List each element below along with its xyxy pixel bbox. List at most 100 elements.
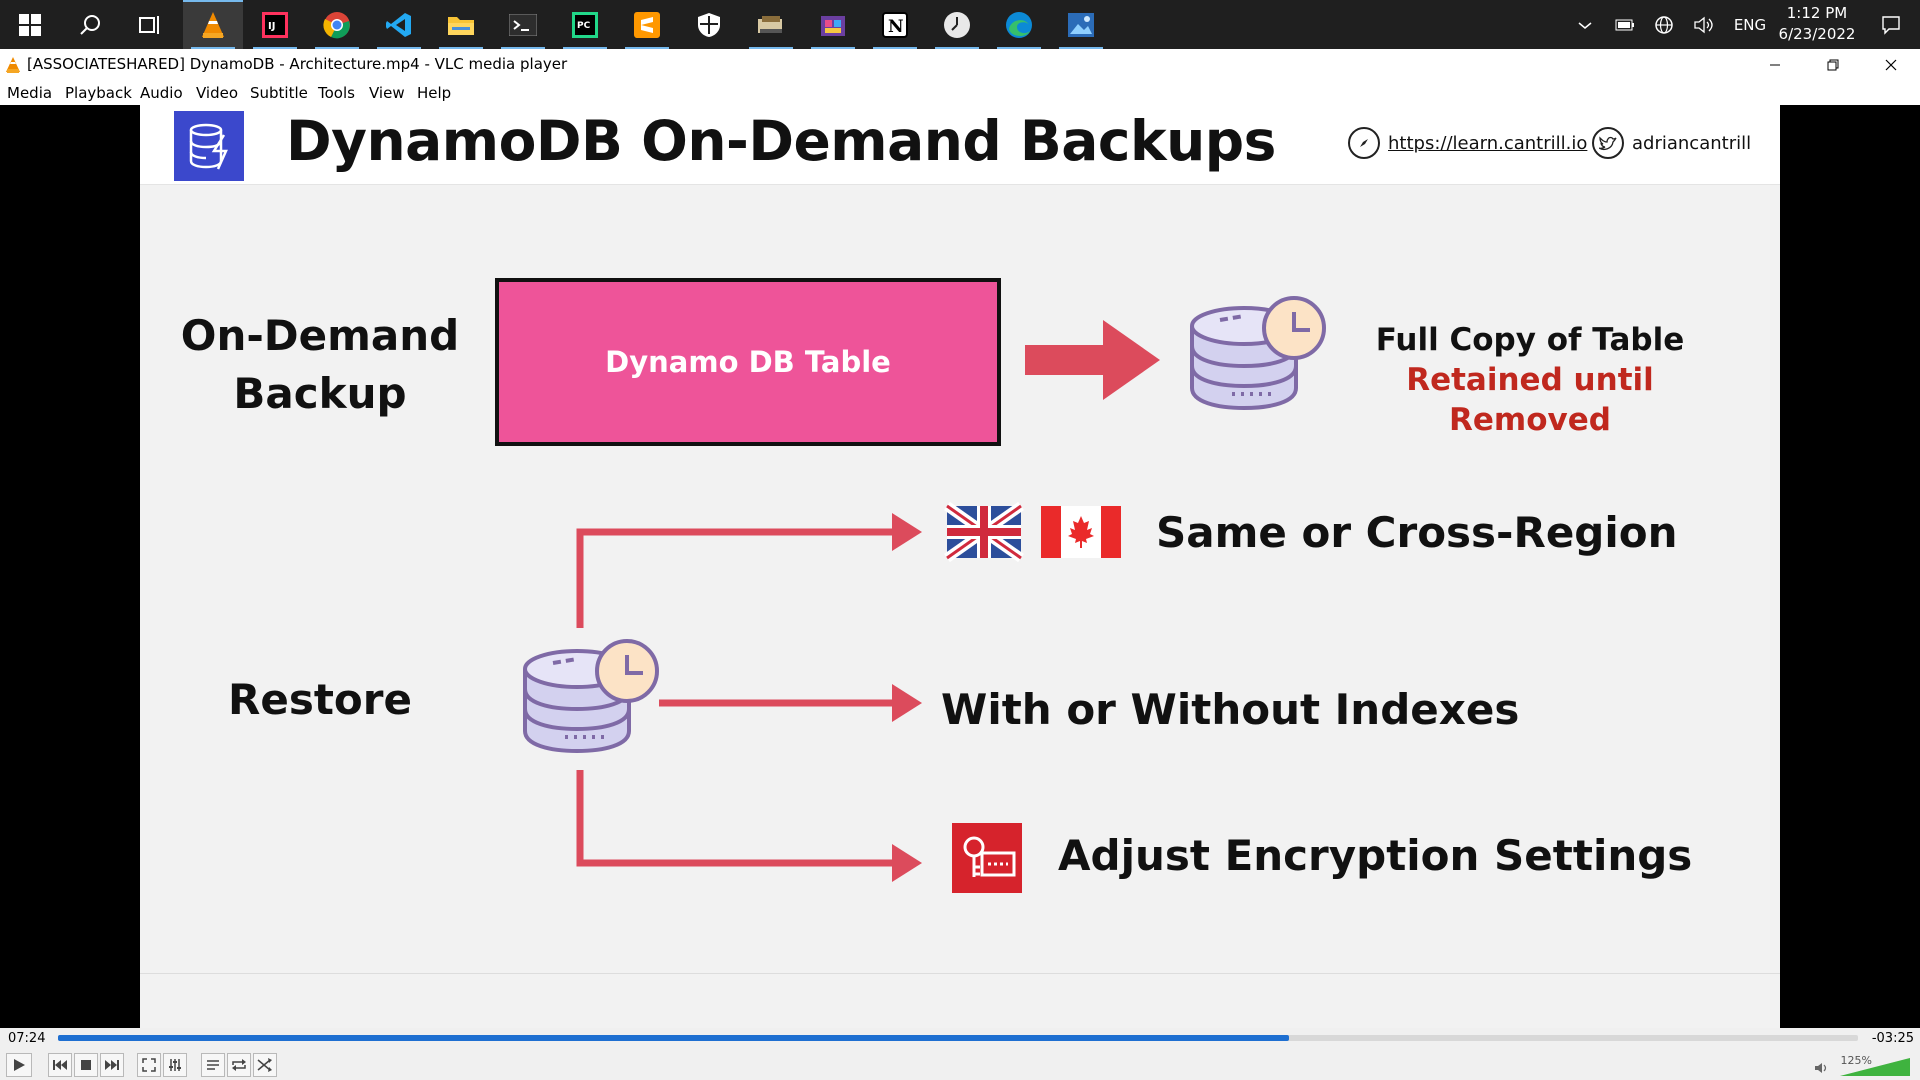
- playlist-button[interactable]: [201, 1053, 225, 1077]
- menu-view[interactable]: View: [369, 84, 405, 102]
- extended-settings-button[interactable]: [163, 1053, 187, 1077]
- menu-tools[interactable]: Tools: [318, 84, 355, 102]
- battery-icon: [1615, 19, 1634, 30]
- clock-icon: [944, 11, 970, 38]
- shuffle-icon: [257, 1058, 272, 1072]
- window-title: [ASSOCIATESHARED] DynamoDB - Architectur…: [27, 55, 568, 73]
- search-icon: [80, 14, 100, 35]
- intellij-icon: IJ: [262, 11, 288, 38]
- clock-date: 6/23/2022: [1778, 25, 1856, 43]
- previous-icon: [53, 1060, 67, 1070]
- taskbar-notion[interactable]: N: [865, 0, 925, 49]
- taskbar-app-2[interactable]: [803, 0, 863, 49]
- app-icon: [758, 15, 782, 33]
- time-elapsed[interactable]: 07:24: [8, 1031, 45, 1046]
- menu-audio[interactable]: Audio: [140, 84, 183, 102]
- menu-video[interactable]: Video: [196, 84, 238, 102]
- folder-icon: [448, 16, 474, 35]
- taskbar-file-explorer[interactable]: [431, 0, 491, 49]
- full-copy-text: Full Copy of Table Retained until Remove…: [1330, 320, 1730, 440]
- next-button[interactable]: [100, 1053, 124, 1077]
- taskbar-app-1[interactable]: [741, 0, 801, 49]
- restore-button[interactable]: [1804, 49, 1862, 81]
- task-view-button[interactable]: [120, 0, 180, 49]
- taskbar-photos[interactable]: [1051, 0, 1111, 49]
- taskbar-intellij[interactable]: IJ: [245, 0, 305, 49]
- seek-slider[interactable]: [58, 1035, 1858, 1041]
- backup-arrow: [1025, 320, 1160, 400]
- taskbar-vlc[interactable]: [183, 0, 243, 49]
- shield-icon: [698, 12, 720, 37]
- fullscreen-button[interactable]: [137, 1053, 161, 1077]
- slide-footer-divider: [140, 973, 1780, 974]
- previous-button[interactable]: [48, 1053, 72, 1077]
- taskbar-edge[interactable]: [989, 0, 1049, 49]
- close-icon: [1885, 59, 1897, 71]
- start-button[interactable]: [0, 0, 60, 49]
- taskbar-clock-app[interactable]: [927, 0, 987, 49]
- svg-text:N: N: [888, 17, 904, 37]
- restore-database-icon: [523, 639, 659, 754]
- pycharm-icon: PC: [572, 11, 598, 38]
- slide-diagram: [523, 296, 1326, 893]
- arrowheads: [892, 513, 922, 882]
- menu-playback[interactable]: Playback: [65, 84, 132, 102]
- speaker-icon: [1694, 16, 1713, 33]
- tray-volume[interactable]: [1692, 0, 1716, 49]
- loop-icon: [232, 1059, 246, 1071]
- tray-language[interactable]: ENG: [1730, 0, 1770, 49]
- feature-encryption: Adjust Encryption Settings: [1058, 831, 1693, 880]
- menu-help[interactable]: Help: [417, 84, 451, 102]
- tray-overflow-button[interactable]: [1575, 0, 1595, 49]
- taskbar-chrome[interactable]: [307, 0, 367, 49]
- restore-label: Restore: [228, 675, 412, 724]
- taskbar-vscode[interactable]: [369, 0, 429, 49]
- feature-region: Same or Cross-Region: [1156, 508, 1678, 557]
- slide: DynamoDB On-Demand Backups https://learn…: [140, 105, 1780, 1028]
- dynamo-db-table-label: Dynamo DB Table: [605, 345, 891, 379]
- playlist-icon: [207, 1060, 219, 1070]
- menu-media[interactable]: Media: [7, 84, 52, 102]
- fullscreen-icon: [142, 1058, 156, 1072]
- tray-battery[interactable]: [1613, 0, 1637, 49]
- seek-progress: [58, 1035, 1290, 1041]
- encryption-key-icon: [952, 823, 1022, 893]
- terminal-icon: [509, 13, 537, 36]
- taskbar-pycharm[interactable]: PC: [555, 0, 615, 49]
- shuffle-button[interactable]: [253, 1053, 277, 1077]
- volume-icon[interactable]: [1814, 1062, 1828, 1074]
- globe-icon: [1655, 15, 1673, 34]
- backup-database-icon: [1190, 296, 1326, 411]
- play-button[interactable]: [6, 1053, 32, 1077]
- minimize-button[interactable]: [1746, 49, 1804, 81]
- taskbar-terminal[interactable]: [493, 0, 553, 49]
- sublime-icon: [634, 11, 660, 38]
- window-titlebar: [ASSOCIATESHARED] DynamoDB - Architectur…: [0, 49, 1920, 81]
- time-remaining[interactable]: -03:25: [1872, 1031, 1914, 1046]
- windows-logo-icon: [19, 13, 41, 36]
- on-demand-backup-label: On-Demand Backup: [170, 307, 470, 423]
- close-button[interactable]: [1862, 49, 1920, 81]
- stop-button[interactable]: [74, 1053, 98, 1077]
- tray-network[interactable]: [1652, 0, 1676, 49]
- volume-level: [1840, 1058, 1910, 1076]
- on-demand-label-line-1: On-Demand: [180, 311, 460, 360]
- tray-clock[interactable]: 1:12 PM 6/23/2022: [1772, 3, 1862, 45]
- stop-icon: [81, 1060, 91, 1070]
- search-button[interactable]: [60, 0, 120, 49]
- notification-center-button[interactable]: [1866, 0, 1916, 49]
- clock-time: 1:12 PM: [1786, 4, 1848, 22]
- menu-subtitle[interactable]: Subtitle: [250, 84, 308, 102]
- loop-button[interactable]: [227, 1053, 251, 1077]
- notification-icon: [1882, 15, 1900, 35]
- retained-line: Retained until Removed: [1406, 362, 1654, 438]
- uk-flag-icon: [944, 501, 1024, 563]
- volume-slider[interactable]: [1838, 1057, 1912, 1077]
- feature-indexes: With or Without Indexes: [941, 685, 1520, 734]
- menu-bar: Media Playback Audio Video Subtitle Tool…: [0, 81, 1920, 105]
- chevron-up-icon: [1578, 21, 1592, 29]
- taskbar-security[interactable]: [679, 0, 739, 49]
- video-area[interactable]: DynamoDB On-Demand Backups https://learn…: [0, 105, 1920, 1028]
- taskbar-sublime[interactable]: [617, 0, 677, 49]
- on-demand-label-line-2: Backup: [233, 369, 407, 418]
